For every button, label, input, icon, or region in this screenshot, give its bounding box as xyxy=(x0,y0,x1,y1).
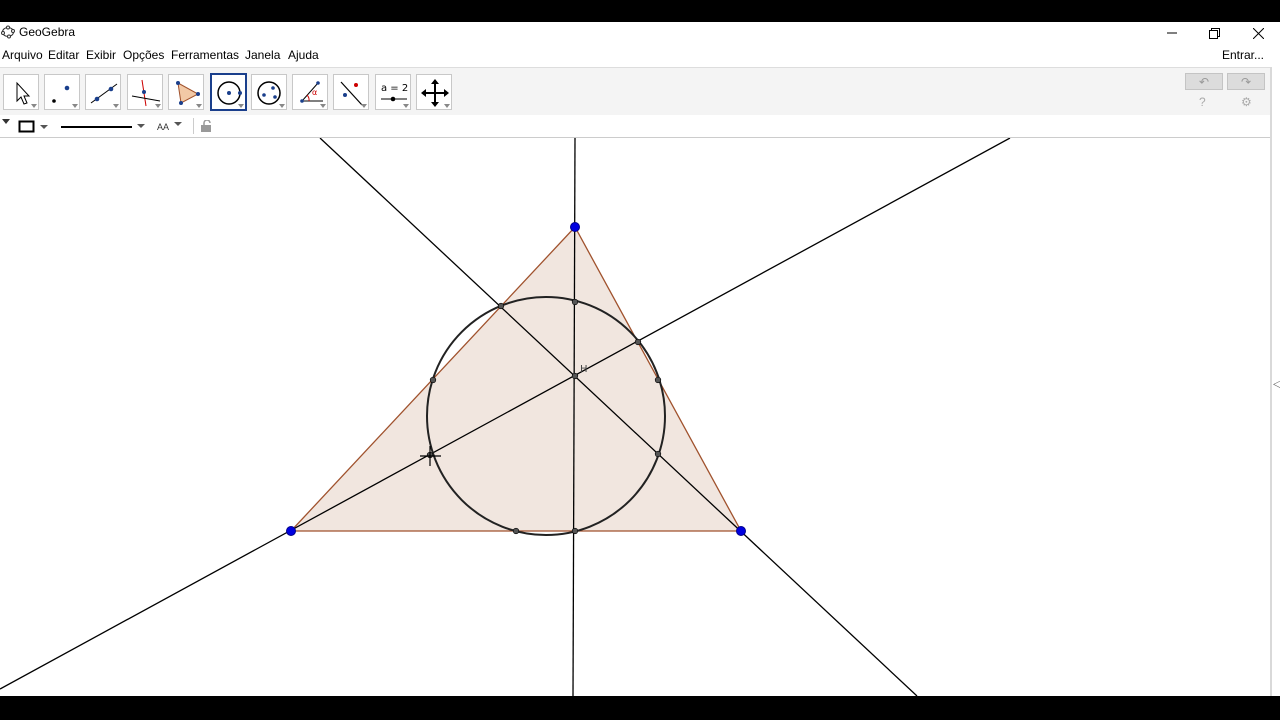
separator xyxy=(193,118,194,134)
chevron-down-icon xyxy=(174,122,182,126)
toolbar: α a = 2 ↶ ↷ ? ⚙ xyxy=(0,67,1272,116)
intersection-point[interactable] xyxy=(512,527,520,535)
menu-ajuda[interactable]: Ajuda xyxy=(288,48,319,62)
intersection-point[interactable] xyxy=(634,338,642,346)
close-button[interactable] xyxy=(1238,22,1278,44)
login-link[interactable]: Entrar... xyxy=(1222,48,1264,62)
title-bar: GeoGebra xyxy=(0,22,1280,44)
minimize-button[interactable] xyxy=(1152,22,1192,44)
intersection-point[interactable] xyxy=(429,376,437,384)
vertex-point[interactable] xyxy=(736,526,746,536)
slider-tool[interactable]: a = 2 xyxy=(375,74,411,110)
line-tool[interactable] xyxy=(85,74,121,110)
graphics-view[interactable]: H xyxy=(0,137,1272,696)
intersection-point[interactable] xyxy=(571,372,579,380)
font-size-label: AA xyxy=(157,122,170,132)
intersection-point[interactable] xyxy=(497,302,505,310)
perpendicular-line-tool[interactable] xyxy=(127,74,163,110)
geogebra-window: GeoGebra Arquivo Editar Exibir Opções Fe… xyxy=(0,22,1280,696)
line-style-button[interactable] xyxy=(60,120,150,134)
menu-arquivo[interactable]: Arquivo xyxy=(2,48,43,62)
intersection-point[interactable] xyxy=(654,376,662,384)
minimize-icon xyxy=(1167,32,1177,34)
undo-button[interactable]: ↶ xyxy=(1185,73,1223,90)
circle-with-center-tool[interactable] xyxy=(210,73,247,111)
move-graphics-view-tool[interactable] xyxy=(416,74,452,110)
view-divider[interactable] xyxy=(1270,67,1272,696)
point-tool[interactable] xyxy=(44,74,80,110)
vertex-point[interactable] xyxy=(286,526,296,536)
undo-icon: ↶ xyxy=(1198,74,1210,89)
triangle[interactable] xyxy=(289,225,743,532)
vertex-point[interactable] xyxy=(570,222,580,232)
window-title: GeoGebra xyxy=(19,25,76,39)
intersection-point[interactable] xyxy=(654,450,662,458)
font-size-button[interactable]: AA xyxy=(157,119,187,133)
color-swatch-icon xyxy=(18,120,48,133)
redo-icon: ↷ xyxy=(1240,74,1252,89)
menu-ferramentas[interactable]: Ferramentas xyxy=(171,48,239,62)
menu-opcoes[interactable]: Opções xyxy=(123,48,164,62)
bisector-line-2[interactable] xyxy=(0,137,1011,690)
geogebra-logo-icon xyxy=(1,25,15,39)
intersection-point[interactable] xyxy=(571,298,579,306)
settings-gear-icon[interactable]: ⚙ xyxy=(1241,95,1252,109)
angle-tool[interactable]: α xyxy=(292,74,328,110)
reflect-tool[interactable] xyxy=(333,74,369,110)
close-icon xyxy=(1252,27,1264,39)
lock-icon[interactable] xyxy=(200,120,212,132)
style-bar: AA xyxy=(0,115,1272,138)
restore-icon xyxy=(1208,27,1220,39)
menu-bar: Arquivo Editar Exibir Opções Ferramentas… xyxy=(0,44,1280,66)
redo-button[interactable]: ↷ xyxy=(1227,73,1265,90)
restore-button[interactable] xyxy=(1194,22,1234,44)
color-button[interactable] xyxy=(18,120,54,134)
menu-exibir[interactable]: Exibir xyxy=(86,48,116,62)
polygon-tool[interactable] xyxy=(168,74,204,110)
expand-panel-icon[interactable]: ◁ xyxy=(1273,379,1280,390)
help-icon[interactable]: ? xyxy=(1199,95,1206,109)
geometry-canvas[interactable]: H xyxy=(0,137,1272,696)
svg-text:α: α xyxy=(312,88,317,97)
toggle-stylebar-icon[interactable] xyxy=(2,119,10,125)
move-tool[interactable] xyxy=(3,74,39,110)
menu-janela[interactable]: Janela xyxy=(245,48,280,62)
slider-icon-text: a = 2 xyxy=(381,83,408,94)
line-style-icon xyxy=(61,124,145,128)
circle-through-points-tool[interactable] xyxy=(251,74,287,110)
intersection-point[interactable] xyxy=(571,527,579,535)
point-label-h: H xyxy=(580,364,588,375)
menu-editar[interactable]: Editar xyxy=(48,48,79,62)
